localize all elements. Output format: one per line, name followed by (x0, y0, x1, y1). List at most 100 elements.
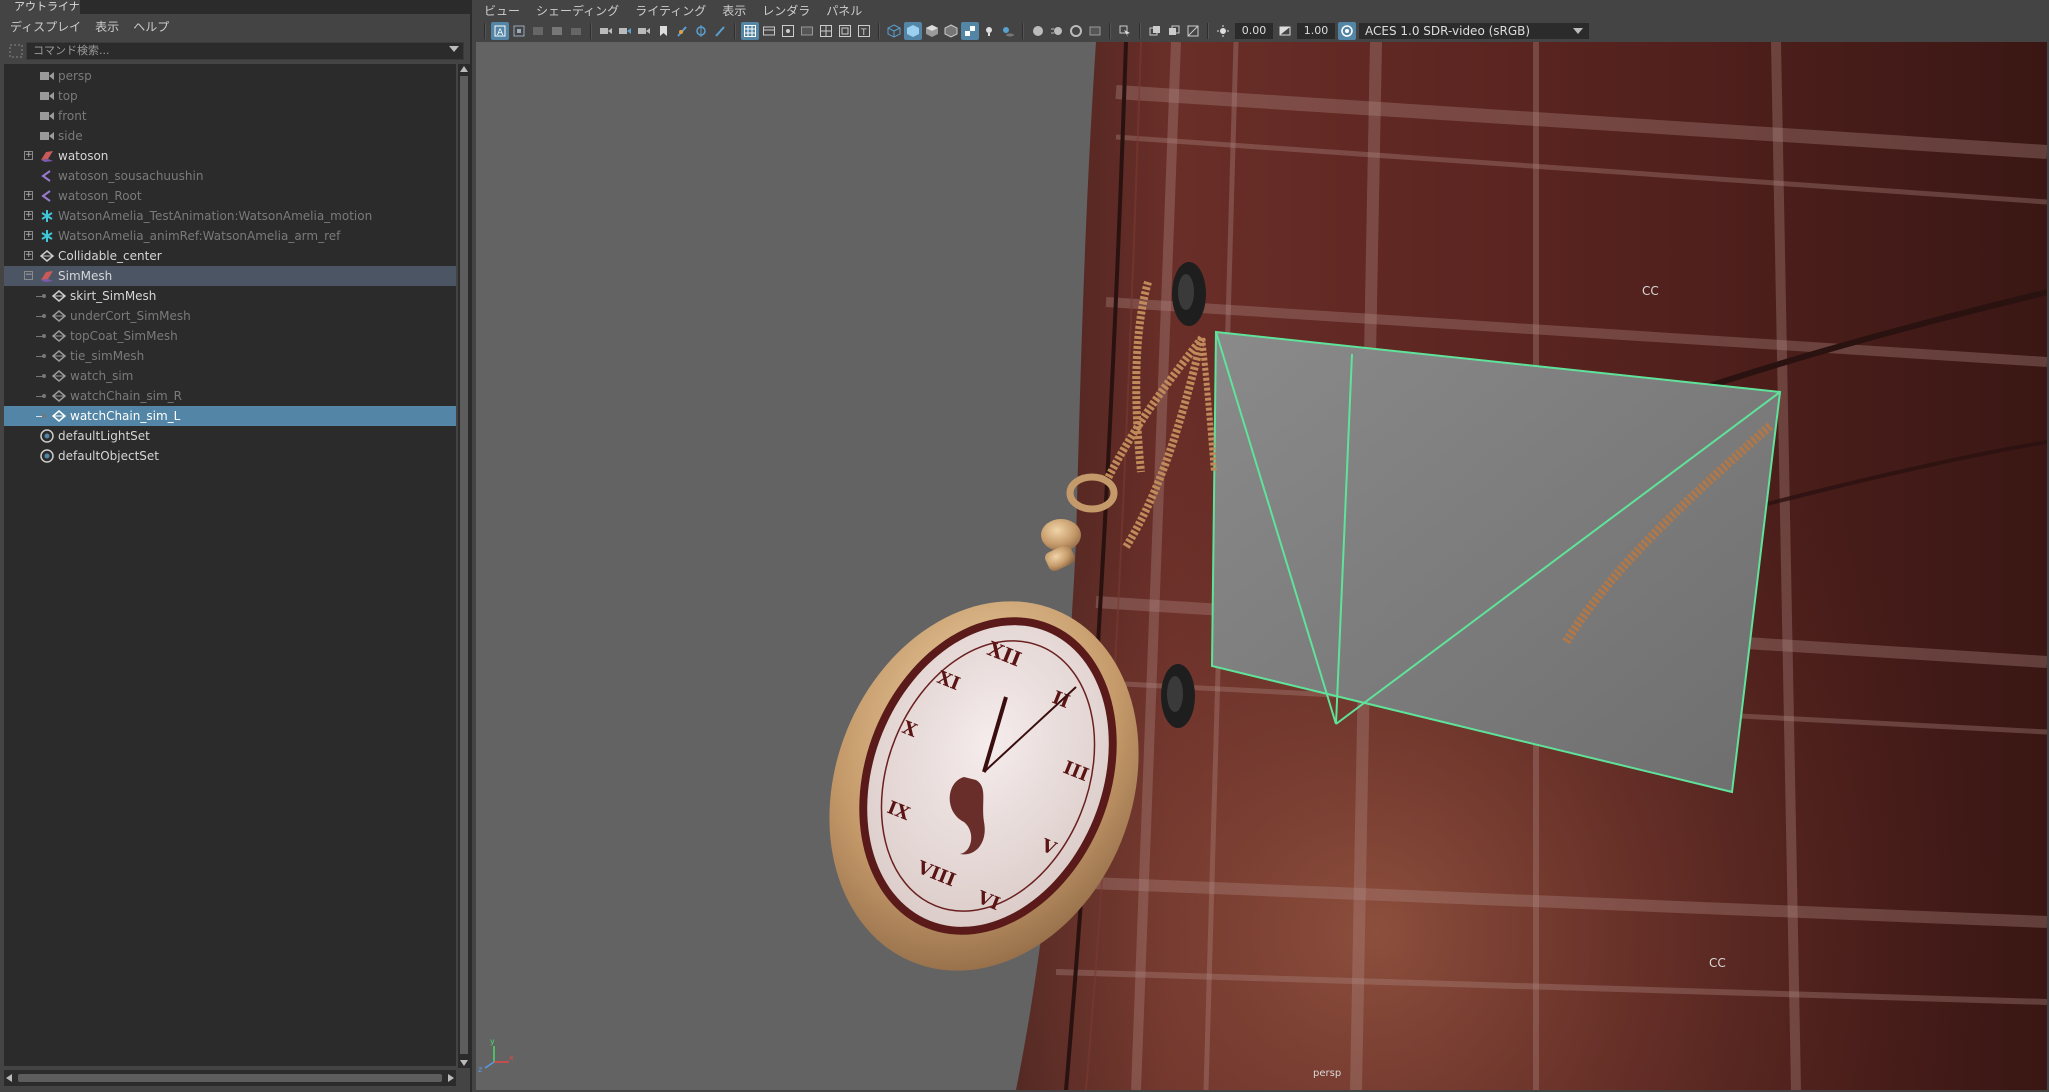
depth-of-field-icon[interactable] (1086, 22, 1104, 40)
camera-attributes-icon[interactable] (510, 22, 528, 40)
collapse-icon[interactable]: − (24, 271, 33, 280)
bookmark-flag-icon[interactable] (654, 22, 672, 40)
xray-joints-icon[interactable] (1165, 22, 1183, 40)
search-input[interactable]: コマンド検索... (26, 42, 464, 60)
tree-item-watchchain-sim-l[interactable]: watchChain_sim_L (4, 406, 456, 426)
tree-item-default-object-set[interactable]: defaultObjectSet (4, 446, 456, 466)
scroll-right-icon[interactable] (448, 1074, 454, 1082)
scroll-up-icon[interactable] (460, 66, 468, 72)
anti-aliasing-icon[interactable] (1067, 22, 1085, 40)
tree-item-watoson-sousachuushin[interactable]: watoson_sousachuushin (4, 166, 456, 186)
expand-icon[interactable]: + (24, 151, 33, 160)
xray-components-icon[interactable] (1184, 22, 1202, 40)
wireframe-icon[interactable] (885, 22, 903, 40)
color-space-dropdown[interactable]: ACES 1.0 SDR-video (sRGB) (1359, 23, 1589, 39)
tree-connector (36, 334, 46, 338)
motion-blur-icon[interactable] (1048, 22, 1066, 40)
outliner-horizontal-scrollbar[interactable] (4, 1070, 456, 1086)
tree-item-test-animation[interactable]: + WatsonAmelia_TestAnimation:WatsonAmeli… (4, 206, 456, 226)
pivot-icon[interactable] (692, 22, 710, 40)
scrollbar-thumb[interactable] (18, 1074, 442, 1082)
menu-help[interactable]: ヘルプ (133, 18, 169, 35)
menu-show[interactable]: 表示 (722, 2, 746, 19)
expand-icon[interactable]: + (24, 251, 33, 260)
tree-item-watch-sim[interactable]: watch_sim (4, 366, 456, 386)
film-gate-icon[interactable] (760, 22, 778, 40)
outliner-tab-bar: アウトライナ (0, 0, 470, 14)
outliner-tab[interactable]: アウトライナ (0, 0, 80, 14)
two-d-pan-icon[interactable] (567, 22, 585, 40)
tree-item-simmesh[interactable]: − SimMesh (4, 266, 456, 286)
tree-item-skirt-simmesh[interactable]: skirt_SimMesh (4, 286, 456, 306)
menu-display[interactable]: ディスプレイ (10, 18, 81, 35)
tree-item-watoson[interactable]: + watoson (4, 146, 456, 166)
use-all-lights-icon[interactable] (980, 22, 998, 40)
scrollbar-thumb[interactable] (460, 76, 468, 1054)
transform-icon (39, 149, 55, 163)
exposure-field[interactable]: 0.00 (1235, 23, 1273, 39)
safe-action-icon[interactable] (836, 22, 854, 40)
safe-title-icon[interactable]: T (855, 22, 873, 40)
mesh-icon (51, 409, 67, 423)
camera-lock-icon[interactable] (616, 22, 634, 40)
expand-icon[interactable]: + (24, 191, 33, 200)
camera-icon[interactable] (597, 22, 615, 40)
default-material-icon[interactable] (923, 22, 941, 40)
3d-viewport[interactable]: XII II III V VI VIII IX X XI y x (476, 42, 2047, 1090)
camera-name-label: persp (1313, 1068, 1342, 1079)
xray-icon[interactable] (1146, 22, 1164, 40)
tree-item-watchchain-sim-r[interactable]: watchChain_sim_R (4, 386, 456, 406)
tree-item-anim-ref[interactable]: + WatsonAmelia_animRef:WatsonAmelia_arm_… (4, 226, 456, 246)
tree-item-front[interactable]: front (4, 106, 456, 126)
textured-icon[interactable] (961, 22, 979, 40)
chevron-down-icon[interactable] (1573, 28, 1583, 34)
isolate-select-icon[interactable] (1116, 22, 1134, 40)
menu-view[interactable]: ビュー (484, 2, 520, 19)
viewport-menu-bar: ビュー シェーディング ライティング 表示 レンダラ パネル (474, 0, 2049, 20)
tree-connector (36, 354, 46, 358)
tree-item-collidable-center[interactable]: + Collidable_center (4, 246, 456, 266)
field-chart-icon[interactable] (817, 22, 835, 40)
gamma-field[interactable]: 1.00 (1297, 23, 1335, 39)
screen-space-ao-icon[interactable] (1029, 22, 1047, 40)
menu-shading[interactable]: シェーディング (536, 2, 619, 19)
wireframe-on-shaded-icon[interactable] (942, 22, 960, 40)
camera-select-icon[interactable] (635, 22, 653, 40)
filter-icon[interactable] (6, 41, 26, 61)
search-placeholder: コマンド検索... (33, 44, 110, 57)
tree-item-side[interactable]: side (4, 126, 456, 146)
shadows-icon[interactable] (999, 22, 1017, 40)
select-camera-icon[interactable]: A (491, 22, 509, 40)
scroll-down-icon[interactable] (460, 1060, 468, 1066)
expand-icon[interactable]: + (24, 231, 33, 240)
tree-item-persp[interactable]: persp (4, 66, 456, 86)
menu-lighting[interactable]: ライティング (635, 2, 706, 19)
expand-icon[interactable]: + (24, 211, 33, 220)
svg-text:T: T (860, 28, 867, 38)
outliner-vertical-scrollbar[interactable] (458, 64, 470, 1068)
chevron-down-icon[interactable] (449, 46, 459, 52)
smooth-shade-icon[interactable] (904, 22, 922, 40)
color-management-icon[interactable] (1338, 22, 1356, 40)
tree-item-topcoat-simmesh[interactable]: topCoat_SimMesh (4, 326, 456, 346)
tree-item-default-light-set[interactable]: defaultLightSet (4, 426, 456, 446)
grid-icon[interactable] (741, 22, 759, 40)
menu-panels[interactable]: パネル (826, 2, 862, 19)
scroll-left-icon[interactable] (6, 1074, 12, 1082)
gamma-icon[interactable] (1276, 22, 1294, 40)
tree-item-watoson-root[interactable]: + watoson_Root (4, 186, 456, 206)
exposure-icon[interactable] (1214, 22, 1232, 40)
resolution-gate-icon[interactable] (779, 22, 797, 40)
menu-renderer[interactable]: レンダラ (762, 2, 810, 19)
tree-item-tie-simmesh[interactable]: tie_simMesh (4, 346, 456, 366)
tree-connector (36, 314, 46, 318)
gate-mask-icon[interactable] (798, 22, 816, 40)
image-plane-icon[interactable] (548, 22, 566, 40)
menu-show[interactable]: 表示 (95, 18, 119, 35)
camera-icon (39, 129, 55, 143)
tree-item-top[interactable]: top (4, 86, 456, 106)
tree-item-undercort-simmesh[interactable]: underCort_SimMesh (4, 306, 456, 326)
grease-pencil-icon[interactable] (673, 22, 691, 40)
pencil-icon[interactable] (711, 22, 729, 40)
bookmark-icon[interactable] (529, 22, 547, 40)
